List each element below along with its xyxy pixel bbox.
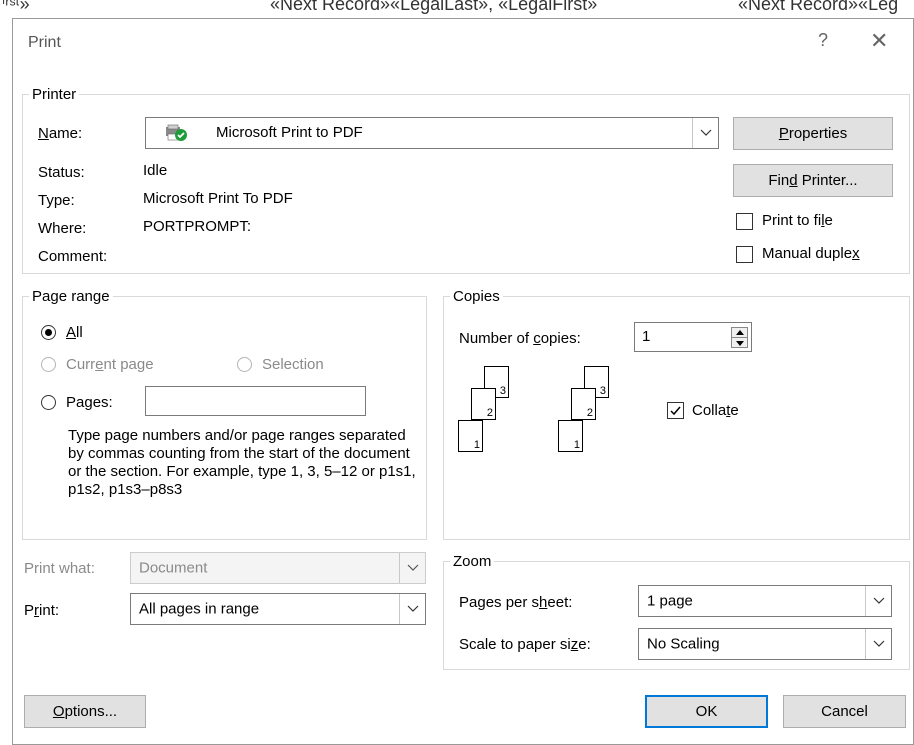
type-value: Microsoft Print To PDF [143,190,293,207]
print-select[interactable]: All pages in range [130,593,426,625]
printer-name-value: Microsoft Print to PDF [216,124,363,141]
checkmark-icon [670,406,681,416]
collate-page-1a: 1 [458,420,483,452]
chevron-down-icon[interactable] [865,629,891,659]
where-value: PORTPROMPT: [143,218,252,235]
printer-group-label: Printer [32,86,77,103]
selection-radio[interactable] [237,357,252,372]
zoom-group-label: Zoom [453,553,492,570]
current-page-label: Current page [66,356,154,373]
collate-page-2a: 2 [471,388,496,420]
copies-group-label: Copies [453,288,500,305]
pages-per-sheet-value: 1 page [647,592,693,610]
page-range-group-label: Page range [32,288,110,305]
manual-duplex-label: Manual duplex [762,245,860,262]
collate-label: Collate [692,402,739,419]
print-what-select[interactable]: Document [130,552,426,584]
status-label: Status: [38,164,85,181]
printer-name-select[interactable]: Microsoft Print to PDF [145,117,719,149]
pages-per-sheet-select[interactable]: 1 page [638,585,892,617]
dialog-title: Print [28,34,61,51]
copies-value: 1 [642,328,651,345]
print-what-value: Document [139,559,208,577]
printer-ready-icon [164,124,188,146]
chevron-down-icon[interactable] [865,586,891,616]
help-icon[interactable]: ? [818,30,828,51]
properties-button[interactable]: Properties [733,117,893,150]
print-to-file-checkbox[interactable] [736,213,753,230]
bg-text-left: ⁱʳˢᵗ» [2,0,30,14]
cancel-button[interactable]: Cancel [783,695,906,728]
selection-label: Selection [262,356,324,373]
collate-page-1b: 1 [558,420,583,452]
collate-page-2b: 2 [571,388,596,420]
page-range-help-text: Type page numbers and/or page ranges sep… [68,427,416,498]
all-radio[interactable] [41,325,56,340]
comment-label: Comment: [38,248,108,265]
print-what-label: Print what: [24,560,95,577]
scale-to-paper-select[interactable]: No Scaling [638,628,892,660]
chevron-down-icon[interactable] [399,553,425,583]
bg-text-right: «Next Record»«Leg [738,0,899,14]
bg-text-mid: «Next Record»«LegalLast», «LegalFirst» [270,0,598,14]
status-value: Idle [143,162,168,179]
pages-label: Pages: [66,394,113,411]
print-value: All pages in range [139,600,260,618]
close-icon[interactable]: ✕ [870,28,888,54]
number-of-copies-label: Number of copies: [459,330,581,347]
pages-per-sheet-label: Pages per sheet: [459,594,573,611]
options-button[interactable]: Options... [24,695,146,728]
scale-to-paper-value: No Scaling [647,635,720,653]
current-page-radio[interactable] [41,357,56,372]
print-label: Print: [24,602,60,619]
spin-down-icon[interactable] [731,337,748,348]
chevron-down-icon[interactable] [399,594,425,624]
copies-spinner[interactable]: 1 [634,322,752,352]
background-document: ⁱʳˢᵗ» «Next Record»«LegalLast», «LegalFi… [0,0,914,18]
pages-radio[interactable] [41,395,56,410]
ok-button[interactable]: OK [645,695,768,728]
type-label: Type: [38,192,75,209]
find-printer-button[interactable]: Find Printer... [733,164,893,197]
collate-checkbox[interactable] [667,402,684,419]
print-to-file-label: Print to file [762,212,833,229]
all-label: All [66,324,83,341]
chevron-down-icon[interactable] [692,118,718,148]
scale-to-paper-label: Scale to paper size: [459,636,591,653]
where-label: Where: [38,220,87,237]
pages-input[interactable] [145,386,366,416]
manual-duplex-checkbox[interactable] [736,246,753,263]
printer-name-label: Name: [38,125,83,142]
